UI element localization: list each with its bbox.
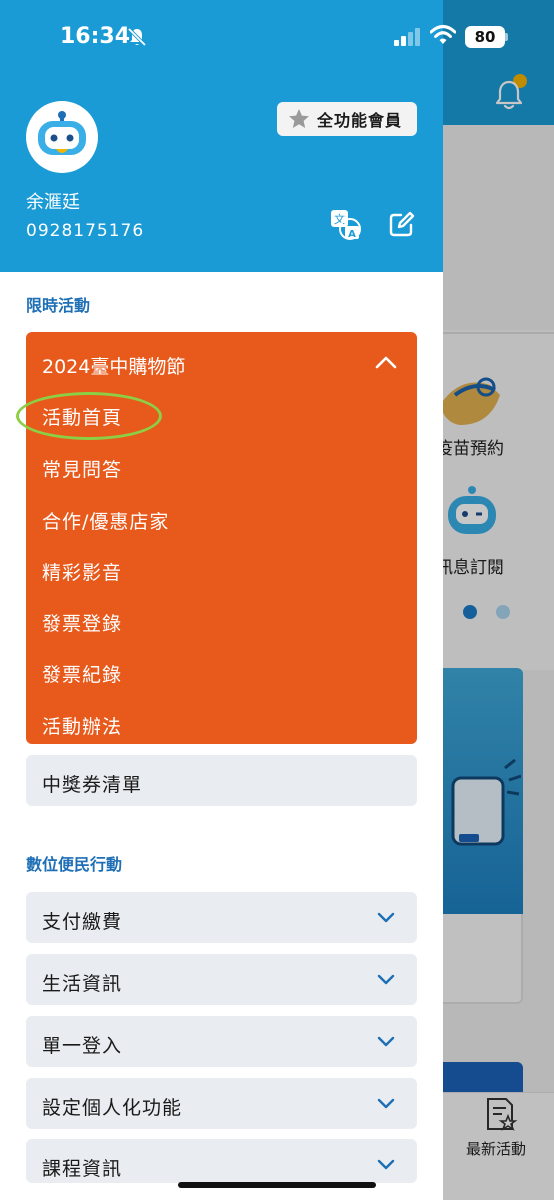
- section-title-digital-services: 數位便民行動: [26, 855, 123, 874]
- edit-icon[interactable]: [388, 210, 416, 238]
- promo-item-invoice-records[interactable]: 發票紀錄: [42, 660, 122, 687]
- user-name: 余滙廷: [26, 192, 80, 213]
- chevron-down-icon: [377, 974, 395, 985]
- promo-item-rules[interactable]: 活動辦法: [42, 712, 122, 739]
- star-icon: [289, 109, 309, 128]
- robot-avatar-icon: [38, 111, 86, 155]
- menu-row-label: 生活資訊: [42, 973, 123, 995]
- promo-item-videos[interactable]: 精彩影音: [42, 558, 122, 585]
- cellular-signal-icon: [394, 28, 420, 46]
- svg-text:A: A: [348, 229, 356, 240]
- member-badge[interactable]: 全功能會員: [277, 102, 417, 136]
- menu-row-label: 設定個人化功能: [42, 1097, 183, 1119]
- menu-row-personalization[interactable]: 設定個人化功能: [26, 1078, 417, 1129]
- menu-row-label: 支付繳費: [42, 911, 123, 933]
- promo-item-faq[interactable]: 常見問答: [42, 455, 122, 482]
- coupon-list-row[interactable]: 中獎券清單: [26, 755, 417, 806]
- battery-indicator: 80: [465, 26, 505, 48]
- chevron-up-icon[interactable]: [374, 354, 398, 370]
- bell-slash-icon: [127, 27, 147, 47]
- menu-row-label: 課程資訊: [42, 1158, 123, 1180]
- home-indicator[interactable]: [178, 1182, 376, 1188]
- menu-row-label: 單一登入: [42, 1035, 123, 1057]
- translate-icon[interactable]: 文 A: [329, 208, 361, 240]
- status-time: 16:34: [60, 24, 131, 49]
- menu-row-courses[interactable]: 課程資訊: [26, 1139, 417, 1183]
- menu-row-single-sign-on[interactable]: 單一登入: [26, 1016, 417, 1067]
- svg-text:文: 文: [334, 212, 345, 226]
- battery-tip: [505, 33, 508, 41]
- highlight-annotation-ring: [16, 392, 162, 440]
- member-badge-label: 全功能會員: [317, 111, 403, 130]
- section-title-limited-events: 限時活動: [26, 296, 91, 315]
- chevron-down-icon: [377, 1036, 395, 1047]
- user-phone: 0928175176: [26, 221, 145, 241]
- chevron-down-icon: [377, 1159, 395, 1170]
- promo-group-title[interactable]: 2024臺中購物節: [42, 352, 185, 379]
- menu-row-life-info[interactable]: 生活資訊: [26, 954, 417, 1005]
- avatar[interactable]: [26, 101, 98, 173]
- menu-row-payment[interactable]: 支付繳費: [26, 892, 417, 943]
- promo-item-partner-stores[interactable]: 合作/優惠店家: [42, 507, 169, 534]
- chevron-down-icon: [377, 1098, 395, 1109]
- wifi-icon: [430, 25, 456, 44]
- coupon-list-label: 中獎券清單: [42, 774, 143, 796]
- promo-item-invoice-register[interactable]: 發票登錄: [42, 609, 122, 636]
- chevron-down-icon: [377, 912, 395, 923]
